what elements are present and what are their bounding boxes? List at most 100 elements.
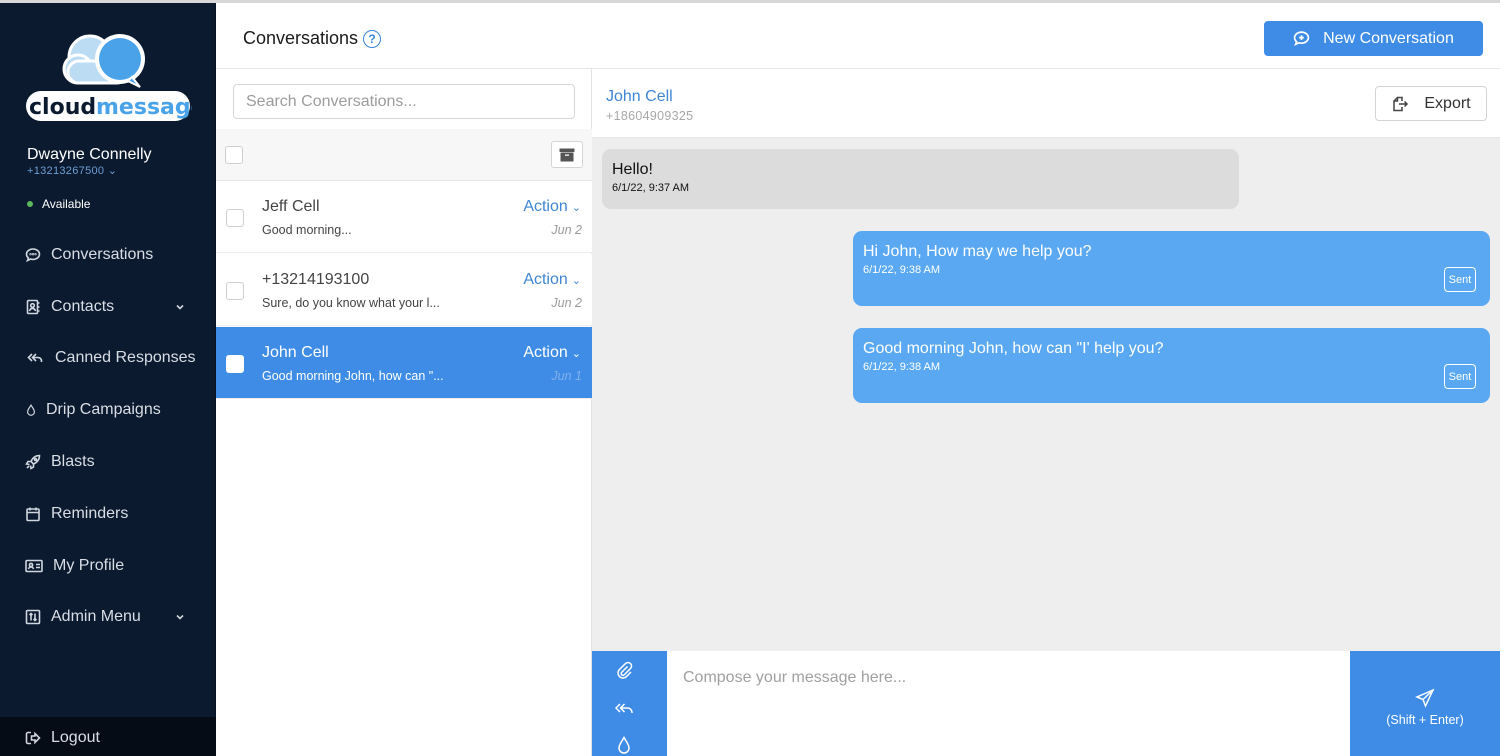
chevron-down-icon: ⌄: [571, 202, 581, 214]
message-time: 6/1/22, 9:38 AM: [863, 264, 941, 276]
sidebar: cloud message Dwayne Connelly +132132675…: [0, 3, 216, 756]
sidebar-item-label: Conversations: [51, 245, 154, 263]
archive-icon: [559, 148, 575, 161]
paperclip-icon: [617, 661, 633, 679]
new-conversation-label: New Conversation: [1323, 29, 1454, 47]
page-title: Conversations ?: [243, 28, 382, 49]
availability-status[interactable]: Available: [27, 197, 90, 211]
send-button[interactable]: (Shift + Enter): [1350, 651, 1500, 756]
conversation-name: Jeff Cell: [262, 198, 320, 215]
sidebar-item-label: Canned Responses: [55, 349, 196, 367]
sidebar-item-label: Blasts: [51, 453, 95, 471]
composer-toolbar: [592, 651, 667, 756]
logout-icon: [25, 731, 41, 745]
conversation-date: Jun 2: [551, 223, 582, 237]
logout-label: Logout: [51, 729, 100, 746]
status-label: Available: [42, 197, 91, 211]
conversation-name: John Cell: [262, 344, 329, 361]
user-phone: +13213267500: [27, 165, 105, 177]
conversation-list-pane: Jeff Cell Good morning... Action⌄ Jun 2 …: [216, 69, 592, 756]
conversation-checkbox[interactable]: [226, 355, 244, 373]
top-bar: Conversations ? New Conversation: [216, 3, 1500, 69]
chevron-down-icon: [176, 615, 184, 621]
action-dropdown[interactable]: Action ⌄: [523, 198, 581, 216]
message-text: Hello!: [612, 161, 653, 178]
new-conversation-button[interactable]: New Conversation: [1264, 21, 1483, 56]
chevron-down-icon: ⌄: [107, 165, 118, 177]
conversation-date: Jun 1: [551, 369, 582, 383]
sent-status-badge: Sent: [1444, 364, 1476, 389]
chevron-down-icon: ⌄: [571, 348, 581, 360]
action-dropdown[interactable]: Action ⌄: [523, 344, 581, 362]
sidebar-item-blasts[interactable]: Blasts: [0, 436, 216, 488]
user-phone-dropdown[interactable]: +13213267500 ⌄: [27, 164, 117, 177]
sidebar-item-label: Contacts: [51, 297, 115, 315]
sidebar-item-label: Admin Menu: [51, 608, 141, 626]
droplet-icon: [618, 735, 630, 754]
sidebar-item-conversations[interactable]: Conversations: [0, 229, 216, 281]
svg-text:cloud: cloud: [29, 95, 96, 120]
message-time: 6/1/22, 9:38 AM: [863, 361, 941, 373]
calendar-icon: [26, 507, 40, 522]
sidebar-item-contacts[interactable]: Contacts: [0, 281, 216, 333]
reply-all-icon: [27, 353, 43, 363]
chat-bubble-icon: [25, 248, 41, 262]
message-time: 6/1/22, 9:37 AM: [612, 182, 690, 194]
export-button[interactable]: Export: [1375, 86, 1487, 121]
conversation-item[interactable]: Jeff Cell Good morning... Action ⌄ Jun 2: [216, 181, 592, 253]
svg-text:message: message: [96, 95, 192, 120]
sent-status-badge: Sent: [1444, 267, 1476, 292]
help-icon[interactable]: ?: [363, 29, 382, 48]
message-composer: (Shift + Enter): [592, 651, 1500, 756]
conversation-preview: Good morning John, how can "...: [262, 369, 444, 383]
reply-all-icon: [614, 703, 633, 713]
sidebar-item-label: Drip Campaigns: [46, 401, 161, 419]
user-name: Dwayne Connelly: [27, 146, 152, 163]
sidebar-item-canned-responses[interactable]: Canned Responses: [0, 333, 216, 385]
action-label: Action: [523, 344, 568, 361]
sidebar-item-my-profile[interactable]: My Profile: [0, 540, 216, 592]
incoming-message: Hello! 6/1/22, 9:37 AM: [602, 149, 1239, 209]
chat-pane: John Cell +18604909325 Export Hello! 6/1…: [592, 69, 1500, 756]
contact-book-icon: [26, 299, 40, 314]
contact-phone: +18604909325: [606, 109, 694, 123]
conversation-preview: Sure, do you know what your l...: [262, 296, 440, 310]
cloudmessage-logo: cloud message: [26, 34, 192, 121]
export-label: Export: [1424, 94, 1471, 112]
list-toolbar: [216, 129, 592, 181]
contact-name-link[interactable]: John Cell: [606, 88, 673, 106]
outgoing-message: Hi John, How may we help you? 6/1/22, 9:…: [853, 231, 1490, 306]
send-hint: (Shift + Enter): [1386, 712, 1464, 727]
compose-message-input[interactable]: [667, 651, 1350, 756]
droplet-icon: [27, 404, 35, 417]
select-all-checkbox[interactable]: [225, 146, 243, 164]
send-icon: [1415, 688, 1435, 708]
conversation-checkbox[interactable]: [226, 209, 244, 227]
message-text: Good morning John, how can "I' help you?: [863, 340, 1164, 357]
message-text: Hi John, How may we help you?: [863, 243, 1092, 260]
action-label: Action: [523, 198, 568, 215]
logout-button[interactable]: Logout: [0, 717, 216, 756]
archive-button[interactable]: [551, 141, 583, 168]
conversation-item-active[interactable]: John Cell Good morning John, how can "..…: [216, 327, 592, 399]
sidebar-nav: Conversations Contacts Canned Responses …: [0, 229, 216, 643]
admin-icon: [25, 610, 41, 625]
sidebar-item-reminders[interactable]: Reminders: [0, 488, 216, 540]
sidebar-item-admin-menu[interactable]: Admin Menu: [0, 592, 216, 644]
attach-button[interactable]: [614, 660, 634, 680]
search-conversations-input[interactable]: [233, 84, 575, 119]
conversation-name: +13214193100: [262, 271, 370, 288]
export-icon: [1393, 96, 1409, 111]
canned-responses-button[interactable]: [614, 698, 634, 718]
page-title-text: Conversations: [243, 28, 359, 48]
conversation-preview: Good morning...: [262, 223, 352, 237]
conversation-checkbox[interactable]: [226, 282, 244, 300]
action-label: Action: [523, 271, 568, 288]
outgoing-message: Good morning John, how can "I' help you?…: [853, 328, 1490, 403]
action-dropdown[interactable]: Action ⌄: [523, 271, 581, 289]
conversation-item[interactable]: +13214193100 Sure, do you know what your…: [216, 254, 592, 326]
sidebar-item-drip-campaigns[interactable]: Drip Campaigns: [0, 384, 216, 436]
drip-campaign-button[interactable]: [614, 735, 634, 755]
chevron-down-icon: ⌄: [571, 275, 581, 287]
chat-header: John Cell +18604909325 Export: [592, 69, 1500, 138]
